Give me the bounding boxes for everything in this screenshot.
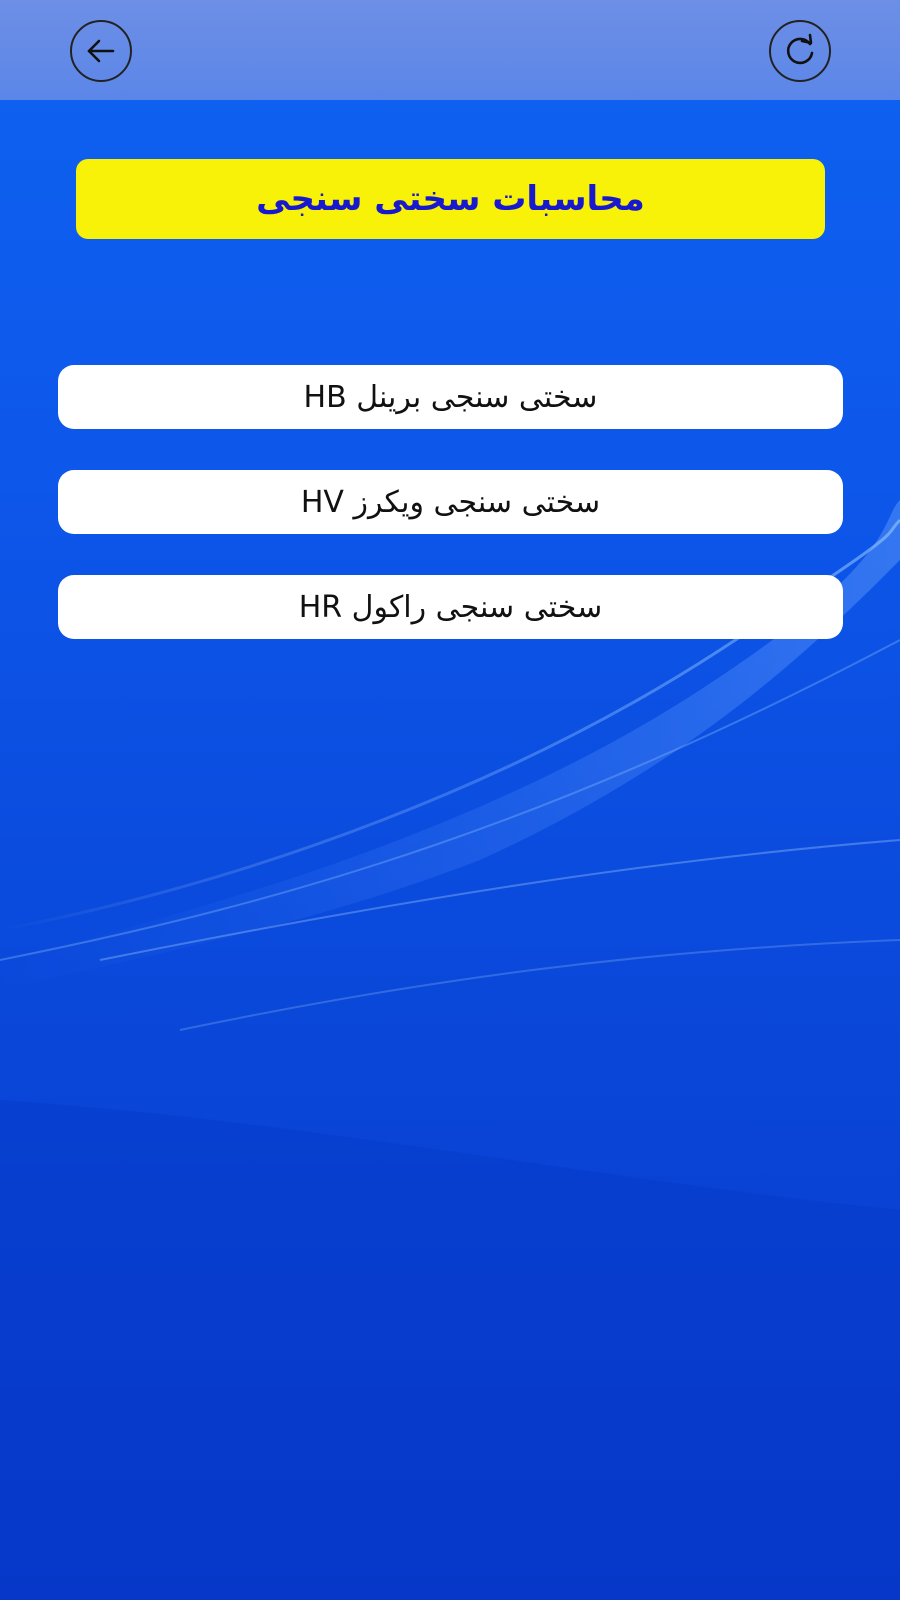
brinell-hardness-label: سختی سنجی برینل HB: [303, 379, 598, 415]
rockwell-hardness-button[interactable]: سختی سنجی راکول HR: [58, 575, 843, 639]
vickers-hardness-button[interactable]: سختی سنجی ویکرز HV: [58, 470, 843, 534]
arrow-left-icon: [87, 39, 115, 63]
top-bar: [0, 0, 900, 100]
brinell-hardness-button[interactable]: سختی سنجی برینل HB: [58, 365, 843, 429]
page-title: محاسبات سختی سنجی: [256, 179, 645, 219]
page-title-banner: محاسبات سختی سنجی: [76, 159, 825, 239]
back-button[interactable]: [70, 20, 132, 82]
refresh-icon: [786, 33, 814, 65]
rockwell-hardness-label: سختی سنجی راکول HR: [298, 589, 603, 625]
refresh-button[interactable]: [769, 20, 831, 82]
background-wallpaper: [0, 0, 900, 1600]
vickers-hardness-label: سختی سنجی ویکرز HV: [300, 484, 601, 520]
